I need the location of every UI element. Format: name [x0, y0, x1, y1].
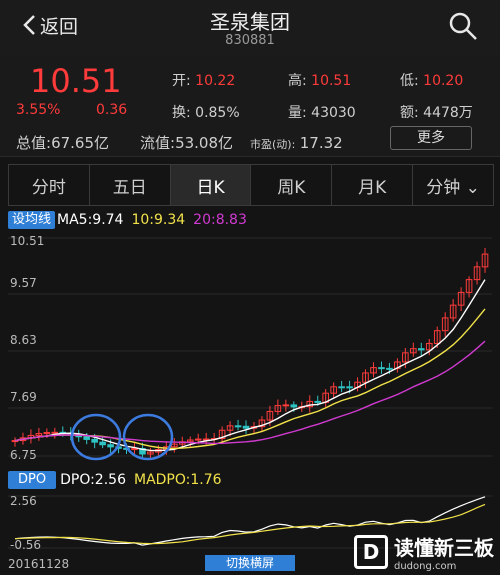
- y-tick-label: 8.63: [10, 333, 37, 347]
- stock-code: 830881: [225, 33, 275, 48]
- pe-label: 市盈(动):: [250, 138, 296, 151]
- amount-value: 4478万: [423, 105, 473, 121]
- kline-chart[interactable]: 10.51 9.57 8.63 7.69 6.75: [0, 230, 500, 466]
- tab-5day[interactable]: 五日: [90, 165, 171, 205]
- search-icon[interactable]: [448, 11, 478, 41]
- amount-label: 额:: [400, 105, 419, 121]
- change-pct: 3.55%: [16, 102, 61, 118]
- float-mv-label: 流值:: [140, 134, 176, 152]
- volume-label: 量:: [288, 105, 307, 121]
- candle-body: [290, 404, 298, 408]
- y-tick-label: 6.75: [10, 448, 37, 462]
- dpo-button[interactable]: DPO: [8, 471, 57, 489]
- candle-body: [99, 441, 106, 446]
- tab-minute[interactable]: 分钟 ⌄: [413, 165, 493, 205]
- candle-body: [83, 436, 90, 440]
- ma20-value: 20:8.83: [193, 212, 247, 228]
- candle-body: [314, 400, 322, 403]
- candle-body: [338, 386, 345, 389]
- candle-body: [107, 444, 114, 448]
- logo-en: dudong.com: [394, 561, 457, 572]
- kline-svg: [8, 237, 492, 461]
- change-value: 0.36: [96, 102, 128, 118]
- candle-body: [234, 425, 242, 428]
- dpo-top-label: 2.56: [10, 494, 37, 508]
- tab-intraday[interactable]: 分时: [9, 165, 90, 205]
- turnover-value: 0.85%: [195, 105, 240, 121]
- y-tick-label: 7.69: [10, 390, 37, 404]
- period-tabs: 分时 五日 日K 周K 月K 分钟 ⌄: [8, 164, 494, 206]
- low-value: 10.20: [423, 73, 464, 89]
- tab-weekly-k[interactable]: 周K: [251, 165, 333, 205]
- open-label: 开:: [172, 73, 191, 89]
- candle-body: [91, 438, 98, 443]
- y-tick-label: 10.51: [10, 234, 45, 248]
- candle-body: [346, 386, 353, 389]
- ma-legend: 设均线 MA5:9.74 10:9.34 20:8.83: [8, 210, 247, 230]
- candle-body: [417, 348, 425, 351]
- candle-body: [282, 404, 290, 407]
- logo-cn: 读懂新三板: [394, 536, 494, 560]
- madpo-value: MADPO:1.76: [133, 472, 222, 488]
- watermark-logo: D 读懂新三板 dudong.com: [354, 532, 494, 572]
- low-label: 低:: [400, 73, 419, 89]
- dpo-value: DPO:2.56: [60, 472, 126, 488]
- float-mv-value: 53.08亿: [175, 134, 234, 152]
- logo-mark-icon: D: [354, 535, 388, 569]
- nav-bar: 返回 圣泉集团 830881: [0, 0, 500, 56]
- candle-body: [378, 367, 385, 370]
- page-title: 圣泉集团: [210, 10, 290, 34]
- turnover-label: 换:: [172, 105, 191, 121]
- dpo-bottom-label: -0.56: [10, 538, 42, 552]
- start-date: 20161128: [8, 557, 70, 571]
- tab-monthly-k[interactable]: 月K: [332, 165, 414, 205]
- candle-body: [194, 438, 202, 441]
- candle-body: [242, 425, 250, 429]
- candle-body: [51, 431, 59, 434]
- total-mv-label: 总值:: [16, 134, 52, 152]
- open-value: 10.22: [195, 73, 236, 89]
- candle-body: [131, 448, 138, 451]
- last-price: 10.51: [30, 62, 122, 100]
- volume-value: 43030: [311, 105, 356, 121]
- dpo-legend: DPO DPO:2.56 MADPO:1.76: [8, 470, 222, 490]
- set-ma-button[interactable]: 设均线: [8, 211, 56, 229]
- tab-daily-k[interactable]: 日K: [170, 165, 252, 205]
- candle-body: [386, 367, 393, 370]
- ma5-value: MA5:9.74: [57, 212, 124, 228]
- pe-value: 17.32: [299, 134, 343, 152]
- ma10-value: 10:9.34: [131, 212, 186, 228]
- ma5-line: [14, 279, 486, 452]
- more-button[interactable]: 更多: [390, 126, 472, 150]
- high-label: 高:: [288, 73, 307, 89]
- ma10-line: [14, 308, 486, 450]
- high-value: 10.51: [311, 73, 352, 89]
- switch-landscape-button[interactable]: 切换横屏: [205, 555, 295, 571]
- total-mv-value: 67.65亿: [51, 134, 110, 152]
- y-tick-label: 9.57: [10, 276, 37, 290]
